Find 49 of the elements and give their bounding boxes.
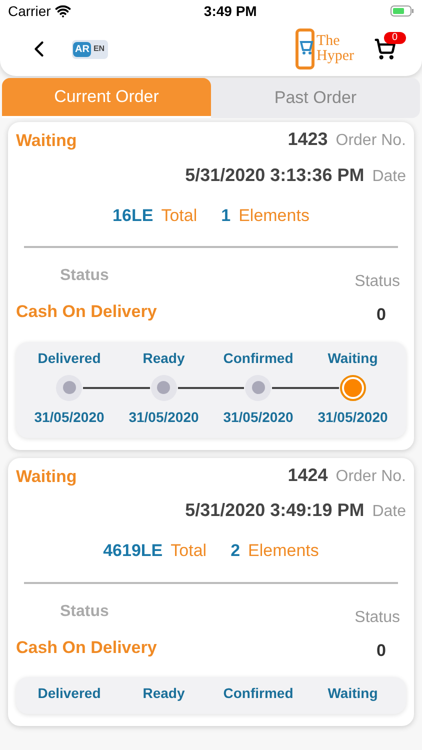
step-date: 31/05/2020 bbox=[318, 408, 388, 426]
payment-method: Cash On Delivery bbox=[16, 636, 157, 658]
order-number-label: Order No. bbox=[336, 466, 406, 486]
step-date: 31/05/2020 bbox=[128, 408, 199, 426]
order-number: 1423 bbox=[288, 128, 328, 151]
status-heading: Status bbox=[60, 602, 109, 622]
order-status: Waiting bbox=[16, 466, 77, 488]
status-label: Status bbox=[354, 608, 400, 628]
step-date: 31/05/2020 bbox=[223, 408, 294, 426]
carrier-name: Carrier bbox=[8, 2, 51, 20]
step-label: Delivered bbox=[38, 684, 101, 703]
language-badge[interactable]: AR EN bbox=[72, 40, 108, 58]
cart-count-badge: 0 bbox=[384, 32, 406, 44]
order-date: 5/31/2020 3:13:36 PM bbox=[185, 164, 364, 186]
step-label: Waiting bbox=[328, 684, 378, 703]
elements-label: Elements bbox=[238, 204, 310, 226]
wifi-icon bbox=[54, 3, 71, 19]
battery-icon bbox=[390, 5, 414, 17]
payment-method: Cash On Delivery bbox=[16, 301, 157, 323]
date-label: Date bbox=[372, 502, 406, 522]
status-time: 3:49 PM bbox=[204, 2, 257, 20]
order-total: 16LE bbox=[112, 204, 154, 226]
step-label: Ready bbox=[142, 684, 185, 703]
order-total: 4619LE bbox=[103, 540, 163, 562]
order-number: 1424 bbox=[288, 464, 328, 486]
order-tab[interactable]: Current Order bbox=[2, 78, 211, 118]
step-label: Ready bbox=[142, 348, 185, 368]
step-label: Confirmed bbox=[223, 348, 294, 368]
phone-cart-logo-icon bbox=[294, 28, 316, 70]
step-label: Delivered bbox=[38, 348, 101, 368]
element-count: 1 bbox=[221, 204, 231, 226]
order-status: Waiting bbox=[16, 130, 77, 152]
payment-value: 0 bbox=[376, 304, 386, 326]
logo-text: The bbox=[316, 34, 341, 49]
step-label: Waiting bbox=[328, 348, 378, 368]
total-label: Total bbox=[161, 204, 198, 226]
element-count: 2 bbox=[230, 540, 240, 562]
step-date: 31/05/2020 bbox=[34, 408, 104, 426]
order-date: 5/31/2020 3:49:19 PM bbox=[185, 499, 364, 522]
order-number-label: Order No. bbox=[336, 131, 406, 151]
status-label: Status bbox=[354, 272, 400, 292]
elements-label: Elements bbox=[248, 540, 319, 562]
total-label: Total bbox=[170, 540, 207, 562]
order-tab[interactable]: Past Order bbox=[211, 78, 420, 118]
status-heading: Status bbox=[60, 266, 109, 286]
date-label: Date bbox=[372, 166, 406, 186]
step-label: Confirmed bbox=[223, 684, 294, 703]
logo-text: Hyper bbox=[316, 49, 354, 64]
payment-value: 0 bbox=[376, 640, 386, 662]
